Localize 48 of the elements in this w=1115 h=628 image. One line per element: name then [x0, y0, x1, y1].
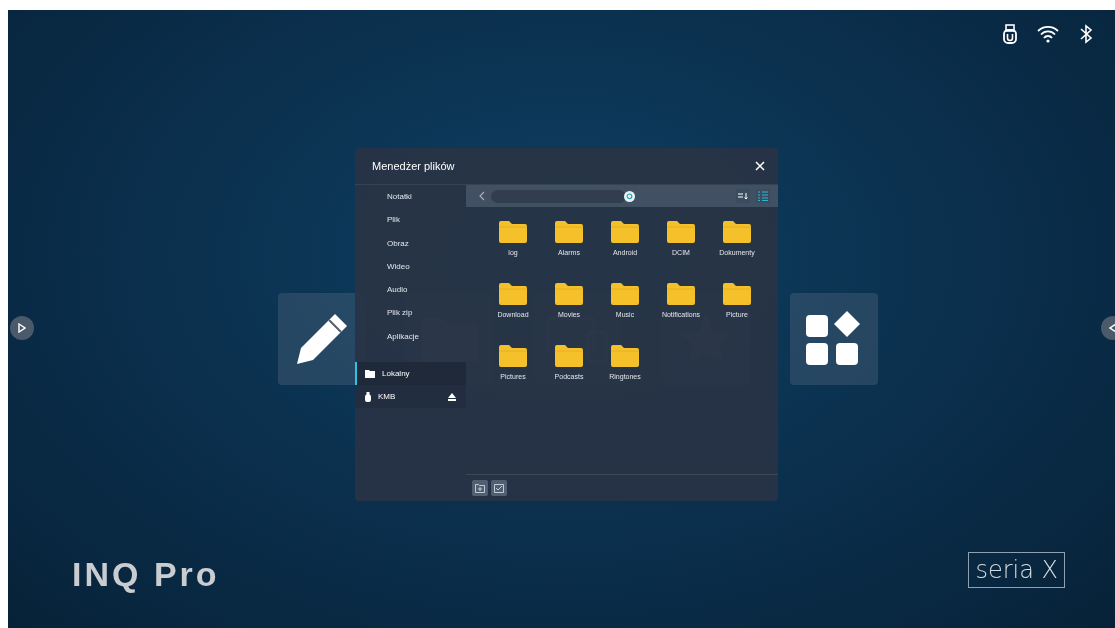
eject-icon[interactable] — [448, 392, 456, 401]
new-folder-button[interactable] — [472, 480, 488, 496]
folder-icon[interactable] — [499, 345, 527, 367]
folder-icon[interactable] — [611, 283, 639, 305]
folder-icon — [365, 369, 375, 378]
folder-icon[interactable] — [611, 221, 639, 243]
select-button[interactable] — [491, 480, 507, 496]
folder-icon[interactable] — [555, 221, 583, 243]
list-view-button[interactable] — [756, 189, 770, 203]
series-badge: seria X — [968, 552, 1065, 588]
search-icon[interactable] — [624, 190, 635, 202]
search-field[interactable] — [491, 189, 626, 203]
bluetooth-icon — [1079, 24, 1093, 44]
folder-icon[interactable] — [611, 345, 639, 367]
brand-logo: INQ Pro — [72, 555, 220, 594]
folder-icon[interactable] — [667, 283, 695, 305]
checkbox-icon — [494, 483, 504, 493]
folder-icon[interactable] — [555, 283, 583, 305]
category-item[interactable]: Wideo — [387, 259, 466, 284]
play-icon — [18, 323, 26, 333]
close-button[interactable] — [753, 159, 767, 173]
dialog-title: Menedżer plików — [372, 160, 455, 172]
category-item[interactable]: Plik — [387, 213, 466, 237]
folder-icon[interactable] — [499, 283, 527, 305]
folder-icon[interactable] — [723, 283, 751, 305]
sort-icon — [738, 192, 748, 200]
category-item[interactable]: Notatki — [387, 190, 466, 214]
usb-icon — [1003, 24, 1017, 44]
folder-icon[interactable] — [555, 345, 583, 367]
wifi-icon — [1037, 25, 1059, 43]
storage-item[interactable]: Lokalny — [355, 362, 466, 386]
category-item[interactable]: Aplikacje — [387, 329, 466, 354]
category-item[interactable]: Plik zip — [387, 306, 466, 330]
close-icon — [755, 161, 765, 171]
folder-plus-icon — [475, 483, 485, 493]
sort-button[interactable] — [736, 189, 750, 203]
list-icon — [758, 191, 768, 201]
expand-button[interactable] — [10, 316, 34, 340]
folder-icon[interactable] — [723, 221, 751, 243]
folder-icon[interactable] — [667, 221, 695, 243]
play-icon — [1109, 323, 1115, 333]
folder-icon[interactable] — [499, 221, 527, 243]
category-item[interactable]: Obraz — [387, 236, 466, 260]
category-item[interactable]: Audio — [387, 283, 466, 307]
usb-drive-icon — [365, 391, 371, 402]
back-icon[interactable] — [479, 191, 485, 201]
storage-item[interactable]: KMB — [355, 385, 466, 409]
apps-tile[interactable] — [790, 293, 878, 385]
